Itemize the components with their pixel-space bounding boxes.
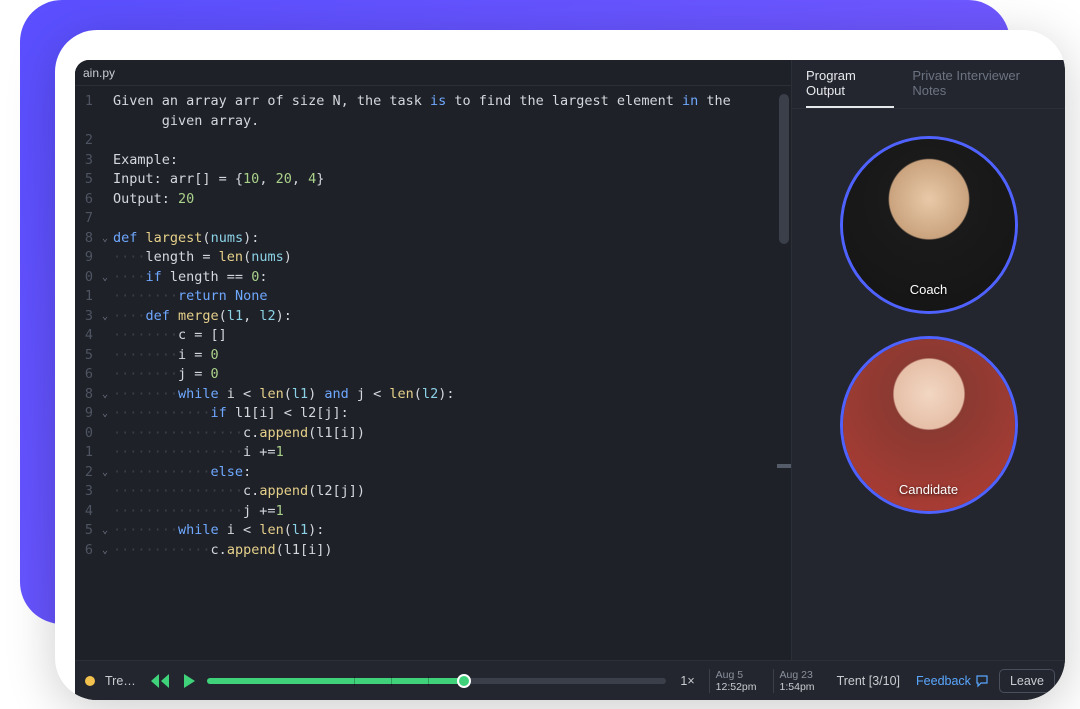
fold-chevron-icon[interactable]: ⌄	[97, 268, 113, 288]
fold-chevron-icon	[97, 131, 113, 151]
playback-knob[interactable]	[457, 674, 471, 688]
code-line[interactable]: 2	[75, 131, 791, 151]
fold-chevron-icon	[97, 112, 113, 132]
rewind-button[interactable]	[149, 673, 171, 689]
tab-interviewer-notes[interactable]: Private Interviewer Notes	[912, 68, 1051, 98]
fold-chevron-icon	[97, 443, 113, 463]
scrollbar-thumb[interactable]	[779, 94, 789, 244]
fold-chevron-icon[interactable]: ⌄	[97, 521, 113, 541]
code-line[interactable]: 4········c = []	[75, 326, 791, 346]
scrollbar-marker	[777, 464, 791, 468]
fold-chevron-icon	[97, 170, 113, 190]
fold-chevron-icon	[97, 424, 113, 444]
app-inner: ain.py 1Given an array arr of size N, th…	[75, 60, 1065, 700]
playback-track[interactable]	[207, 678, 666, 684]
code-line[interactable]: 0················c.append(l1[i])	[75, 424, 791, 444]
fold-chevron-icon[interactable]: ⌄	[97, 229, 113, 249]
main-split: ain.py 1Given an array arr of size N, th…	[75, 60, 1065, 660]
end-time: Aug 23 1:54pm	[773, 669, 821, 693]
recording-label: Tre…	[105, 674, 139, 688]
code-line[interactable]: given array.	[75, 112, 791, 132]
speed-label[interactable]: 1×	[676, 674, 698, 688]
fold-chevron-icon	[97, 287, 113, 307]
candidate-video-bubble[interactable]: Candidate	[843, 339, 1015, 511]
video-column: Coach Candidate	[792, 109, 1065, 660]
fold-chevron-icon	[97, 248, 113, 268]
fold-chevron-icon[interactable]: ⌄	[97, 463, 113, 483]
fold-chevron-icon[interactable]: ⌄	[97, 307, 113, 327]
code-line[interactable]: 5Input: arr[] = {10, 20, 4}	[75, 170, 791, 190]
side-tabs: Program Output Private Interviewer Notes	[792, 60, 1065, 109]
bottom-bar: Tre… 1× Aug 5 12:52pm Aug 23 1:54pm	[75, 660, 1065, 700]
fold-chevron-icon	[97, 209, 113, 229]
code-line[interactable]: 6⌄············c.append(l1[i])	[75, 541, 791, 561]
end-clock: 1:54pm	[780, 681, 815, 693]
leave-button[interactable]: Leave	[999, 669, 1055, 693]
coach-label: Coach	[843, 282, 1015, 297]
tab-program-output[interactable]: Program Output	[806, 68, 894, 98]
start-clock: 12:52pm	[716, 681, 757, 693]
code-line[interactable]: 1········return None	[75, 287, 791, 307]
user-progress-label: Trent [3/10]	[831, 674, 906, 688]
start-date: Aug 5	[716, 669, 757, 681]
start-time: Aug 5 12:52pm	[709, 669, 763, 693]
candidate-label: Candidate	[843, 482, 1015, 497]
code-line[interactable]: 1················i +=1	[75, 443, 791, 463]
play-button[interactable]	[181, 673, 197, 689]
file-tab[interactable]: ain.py	[83, 66, 115, 80]
side-pane: Program Output Private Interviewer Notes…	[792, 60, 1065, 660]
fold-chevron-icon[interactable]: ⌄	[97, 404, 113, 424]
code-line[interactable]: 1Given an array arr of size N, the task …	[75, 92, 791, 112]
fold-chevron-icon	[97, 190, 113, 210]
code-line[interactable]: 5⌄········while i < len(l1):	[75, 521, 791, 541]
fold-chevron-icon	[97, 346, 113, 366]
code-line[interactable]: 6Output: 20	[75, 190, 791, 210]
fold-chevron-icon[interactable]: ⌄	[97, 541, 113, 561]
fold-chevron-icon	[97, 365, 113, 385]
editor-pane: ain.py 1Given an array arr of size N, th…	[75, 60, 792, 660]
coach-video-bubble[interactable]: Coach	[843, 139, 1015, 311]
code-line[interactable]: 0⌄····if length == 0:	[75, 268, 791, 288]
code-line[interactable]: 9····length = len(nums)	[75, 248, 791, 268]
editor-tabbar: ain.py	[75, 60, 791, 86]
track-tick	[391, 676, 392, 686]
feedback-button[interactable]: Feedback	[916, 674, 989, 688]
fold-chevron-icon	[97, 502, 113, 522]
code-line[interactable]: 4················j +=1	[75, 502, 791, 522]
code-line[interactable]: 3Example:	[75, 151, 791, 171]
code-line[interactable]: 9⌄············if l1[i] < l2[j]:	[75, 404, 791, 424]
code-line[interactable]: 8⌄········while i < len(l1) and j < len(…	[75, 385, 791, 405]
feedback-label: Feedback	[916, 674, 971, 688]
code-line[interactable]: 5········i = 0	[75, 346, 791, 366]
recording-dot-icon	[85, 676, 95, 686]
code-line[interactable]: 6········j = 0	[75, 365, 791, 385]
code-line[interactable]: 8⌄def largest(nums):	[75, 229, 791, 249]
code-area[interactable]: 1Given an array arr of size N, the task …	[75, 86, 791, 660]
code-line[interactable]: 3⌄····def merge(l1, l2):	[75, 307, 791, 327]
chat-icon	[975, 674, 989, 688]
fold-chevron-icon	[97, 482, 113, 502]
fold-chevron-icon[interactable]: ⌄	[97, 385, 113, 405]
app-window: ain.py 1Given an array arr of size N, th…	[55, 30, 1065, 700]
code-line[interactable]: 7	[75, 209, 791, 229]
end-date: Aug 23	[780, 669, 815, 681]
track-tick	[354, 676, 355, 686]
fold-chevron-icon	[97, 326, 113, 346]
track-tick	[428, 676, 429, 686]
playback-fill	[207, 678, 464, 684]
fold-chevron-icon	[97, 151, 113, 171]
code-line[interactable]: 3················c.append(l2[j])	[75, 482, 791, 502]
code-line[interactable]: 2⌄············else:	[75, 463, 791, 483]
fold-chevron-icon	[97, 92, 113, 112]
